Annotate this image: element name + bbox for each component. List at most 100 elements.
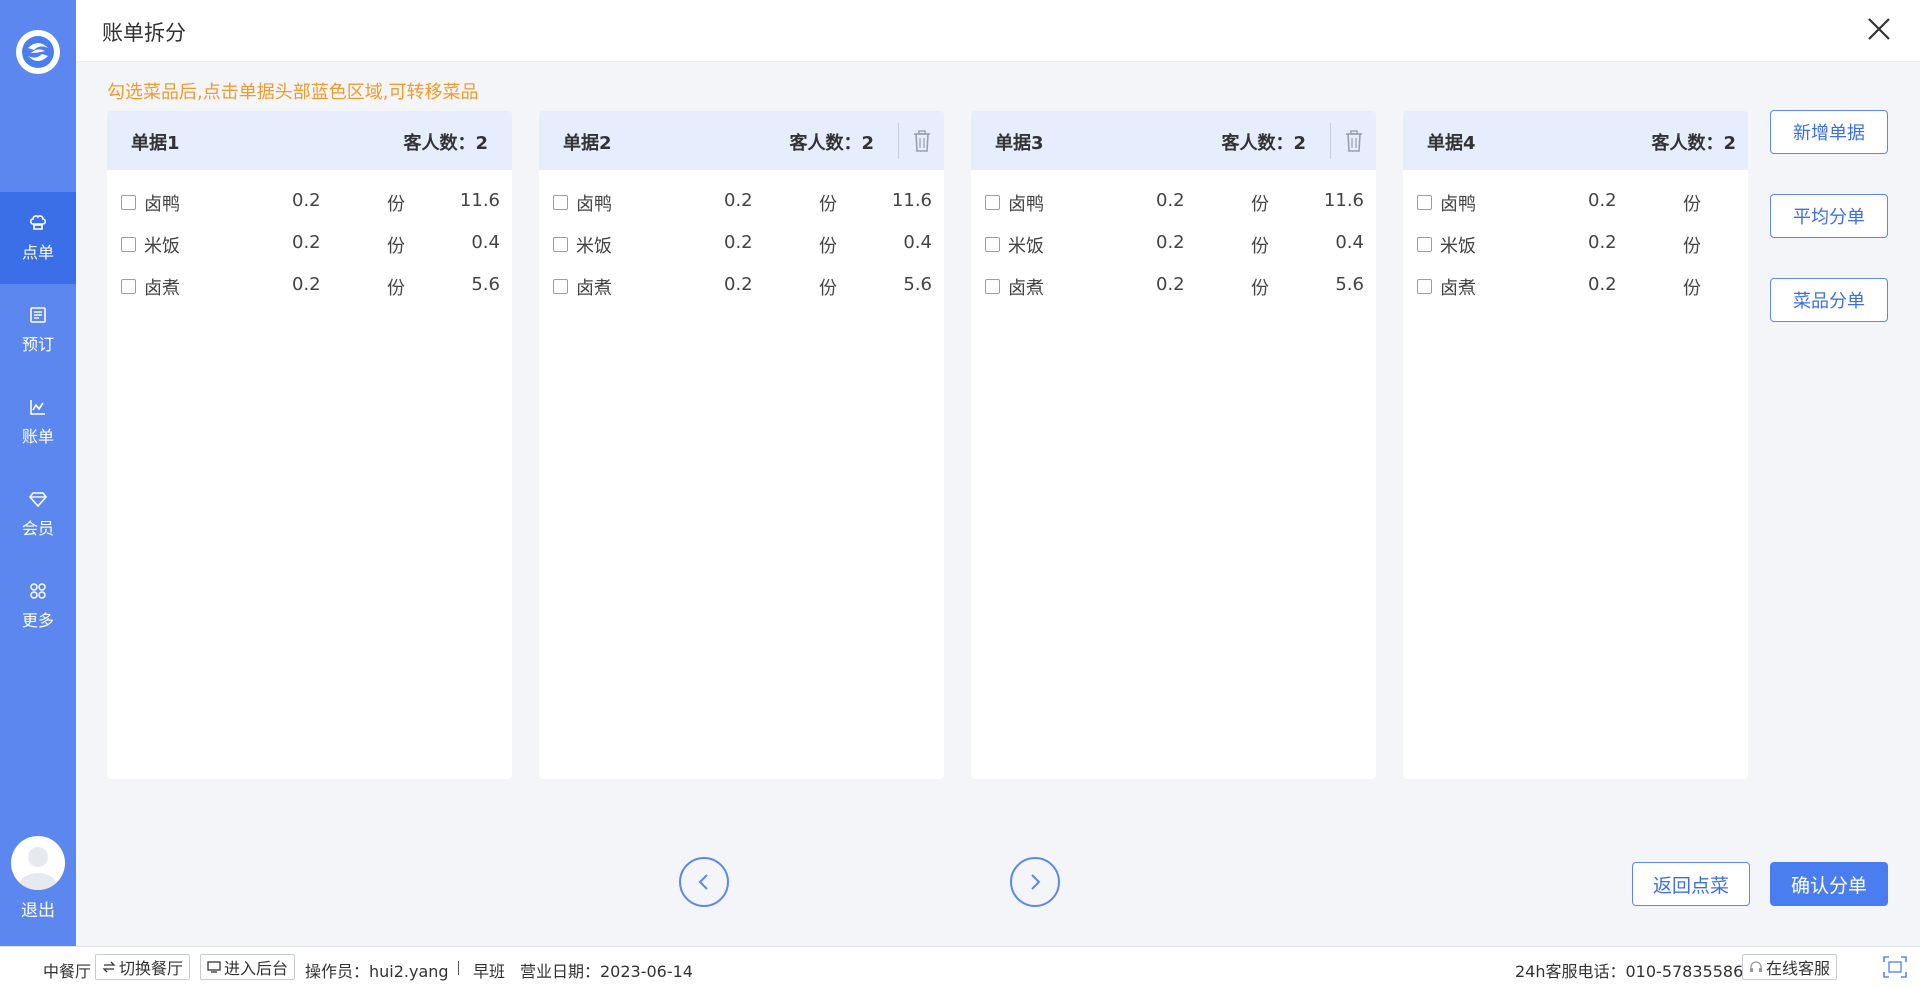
headset-icon [1750, 961, 1762, 972]
item-unit: 份 [387, 278, 405, 299]
item-qty: 0.2 [1588, 232, 1617, 253]
item-checkbox[interactable] [553, 279, 568, 294]
item-checkbox[interactable] [985, 237, 1000, 252]
bill-header[interactable]: 单据2 客人数：2 [539, 111, 944, 170]
item-name: 卤煮 [144, 278, 180, 299]
online-service-button[interactable]: 在线客服 [1742, 954, 1838, 980]
delete-bill-button[interactable] [898, 123, 944, 159]
bill-name: 单据2 [563, 133, 612, 154]
item-name: 卤鸭 [1440, 194, 1476, 215]
average-split-button[interactable]: 平均分单 [1770, 194, 1888, 238]
item-name: 卤鸭 [144, 194, 180, 215]
list-item: 卤鸭 0.2 份 11.6 [971, 180, 1376, 222]
item-unit: 份 [387, 236, 405, 257]
previous-page-button[interactable] [679, 857, 729, 907]
item-qty: 0.2 [1156, 190, 1185, 211]
next-page-button[interactable] [1010, 857, 1060, 907]
item-qty: 0.2 [724, 232, 753, 253]
bill-header[interactable]: 单据3 客人数：2 [971, 111, 1376, 170]
list-item: 米饭 0.2 份 0.4 [971, 222, 1376, 264]
sidebar: 点单 预订 账单 会员 更多 退出 [0, 0, 76, 946]
item-price: 0.4 [903, 232, 932, 253]
bill-panel-3: 单据3 客人数：2 卤鸭 0.2 份 11.6 米饭 0.2 份 0.4 卤煮 … [971, 111, 1376, 779]
list-item: 卤煮 0.2 份 5.6 [971, 264, 1376, 306]
sidebar-item-label: 账单 [21, 427, 54, 446]
book-icon [30, 307, 46, 323]
list-item: 卤鸭 0.2 份 11.6 [539, 180, 944, 222]
list-item: 卤鸭 0.2 份 [1403, 180, 1748, 222]
sidebar-item-label: 更多 [21, 611, 54, 630]
status-bar: 中餐厅 切换餐厅 进入后台 操作员：hui2.yang 早班 营业日期：2023… [0, 946, 1920, 987]
item-checkbox[interactable] [1417, 279, 1432, 294]
item-unit: 份 [819, 278, 837, 299]
list-item: 卤鸭 0.2 份 11.6 [107, 180, 512, 222]
item-unit: 份 [1683, 278, 1701, 299]
delete-bill-button[interactable] [1330, 123, 1376, 159]
item-price: 5.6 [471, 274, 500, 295]
guest-count: 客人数：2 [403, 133, 488, 154]
item-unit: 份 [1683, 194, 1701, 215]
chart-icon [30, 400, 45, 415]
item-checkbox[interactable] [121, 279, 136, 294]
item-name: 卤鸭 [576, 194, 612, 215]
item-checkbox[interactable] [985, 195, 1000, 210]
item-qty: 0.2 [724, 274, 753, 295]
item-checkbox[interactable] [1417, 237, 1432, 252]
title-bar: 账单拆分 [76, 0, 1920, 62]
item-name: 米饭 [576, 236, 612, 257]
item-qty: 0.2 [724, 190, 753, 211]
operator-info: 操作员：hui2.yang [305, 962, 449, 981]
item-unit: 份 [819, 194, 837, 215]
sidebar-item-order[interactable]: 点单 [0, 192, 76, 284]
sidebar-item-more[interactable]: 更多 [0, 560, 76, 652]
confirm-split-button[interactable]: 确认分单 [1770, 862, 1888, 906]
item-checkbox[interactable] [553, 237, 568, 252]
bill-name: 单据3 [995, 133, 1044, 154]
item-name: 米饭 [1440, 236, 1476, 257]
item-qty: 0.2 [1156, 232, 1185, 253]
bill-header[interactable]: 单据4 客人数：2 [1403, 111, 1748, 170]
item-checkbox[interactable] [1417, 195, 1432, 210]
chef-hat-icon [29, 215, 47, 230]
item-checkbox[interactable] [985, 279, 1000, 294]
item-name: 米饭 [144, 236, 180, 257]
guest-count: 客人数：2 [789, 133, 874, 154]
item-unit: 份 [1251, 278, 1269, 299]
add-bill-button[interactable]: 新增单据 [1770, 110, 1888, 154]
page-title: 账单拆分 [102, 21, 186, 45]
hint-text: 勾选菜品后,点击单据头部蓝色区域,可转移菜品 [107, 82, 479, 103]
bill-header[interactable]: 单据1 客人数：2 [107, 111, 512, 170]
bill-name: 单据4 [1427, 133, 1476, 154]
back-to-order-button[interactable]: 返回点菜 [1632, 862, 1750, 906]
fullscreen-icon[interactable] [1882, 955, 1908, 979]
enter-backend-label: 进入后台 [224, 959, 289, 978]
item-name: 卤煮 [1440, 278, 1476, 299]
item-checkbox[interactable] [553, 195, 568, 210]
item-unit: 份 [1683, 236, 1701, 257]
list-item: 卤煮 0.2 份 [1403, 264, 1748, 306]
monitor-icon [207, 961, 221, 973]
sidebar-item-bill[interactable]: 账单 [0, 376, 76, 468]
avatar[interactable] [11, 836, 65, 890]
swap-icon [102, 961, 116, 973]
diamond-icon [28, 492, 48, 508]
item-checkbox[interactable] [121, 195, 136, 210]
user-avatar-icon [19, 847, 57, 890]
enter-backend-button[interactable]: 进入后台 [200, 954, 296, 980]
sidebar-item-reservation[interactable]: 预订 [0, 284, 76, 376]
item-qty: 0.2 [1156, 274, 1185, 295]
close-icon[interactable] [1864, 14, 1894, 44]
dish-split-button[interactable]: 菜品分单 [1770, 278, 1888, 322]
item-unit: 份 [1251, 194, 1269, 215]
logout-button[interactable]: 退出 [0, 896, 76, 921]
divider [458, 961, 459, 975]
logo [16, 30, 60, 74]
item-unit: 份 [387, 194, 405, 215]
switch-restaurant-button[interactable]: 切换餐厅 [95, 954, 191, 980]
trash-icon [913, 130, 930, 152]
item-checkbox[interactable] [121, 237, 136, 252]
bill-panel-2: 单据2 客人数：2 卤鸭 0.2 份 11.6 米饭 0.2 份 0.4 卤煮 … [539, 111, 944, 779]
sidebar-item-member[interactable]: 会员 [0, 468, 76, 560]
item-unit: 份 [1251, 236, 1269, 257]
online-service-label: 在线客服 [1766, 959, 1831, 978]
